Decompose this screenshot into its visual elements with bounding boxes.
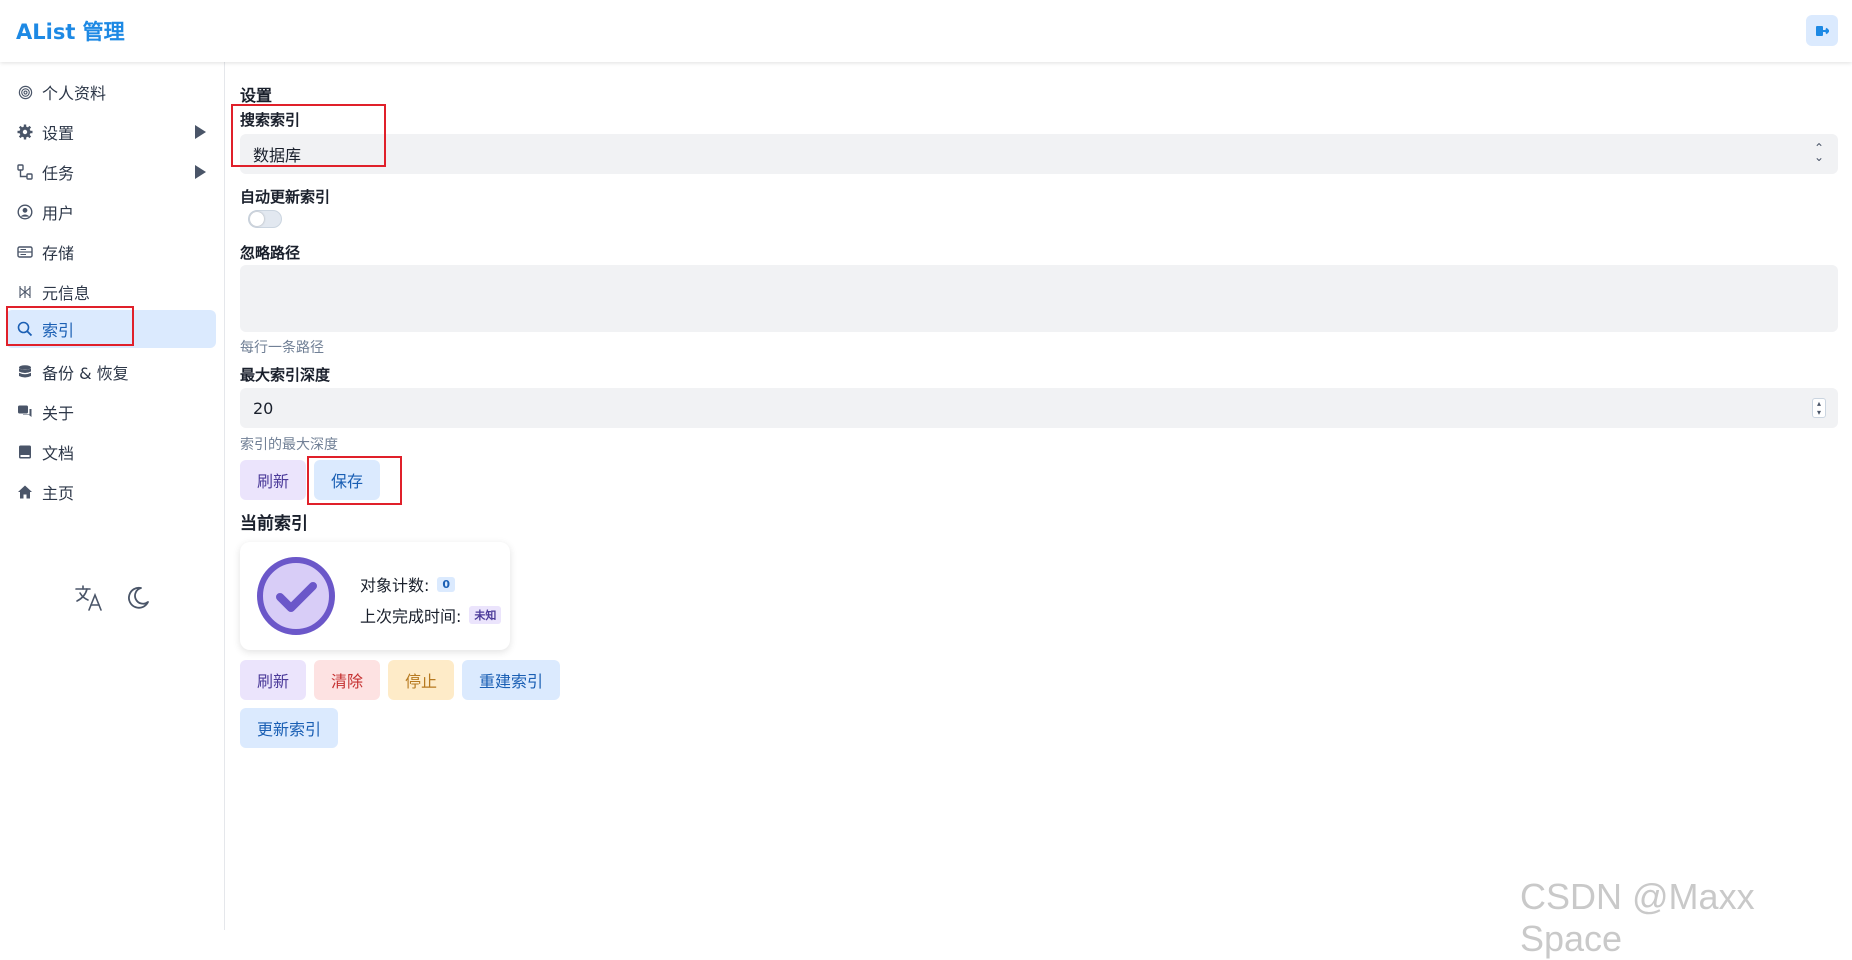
sidebar-item-label: 关于 [42, 404, 75, 423]
sidebar-item-label: 任务 [42, 164, 75, 183]
toggle-knob [250, 212, 264, 226]
sidebar-item-label: 主页 [42, 484, 75, 503]
ignore-paths-textarea[interactable] [240, 265, 1838, 332]
sidebar: 个人资料 设置 任务 用户 存储 元信息 索引 备份 & 恢复 关于 文档 主页 [0, 62, 225, 930]
sidebar-item-index[interactable]: 索引 [6, 310, 216, 348]
sidebar-item-label: 用户 [42, 204, 75, 223]
rebuild-index-button[interactable]: 重建索引 [462, 660, 560, 700]
book-icon [16, 443, 34, 461]
sidebar-item-label: 索引 [42, 321, 75, 340]
sidebar-item-label: 个人资料 [42, 84, 107, 103]
number-spinner-icon[interactable]: ▴ ▾ [1812, 398, 1826, 418]
auto-update-label: 自动更新索引 [240, 188, 331, 206]
max-depth-value: 20 [253, 398, 274, 418]
sidebar-item-tasks[interactable]: 任务 [6, 154, 216, 190]
update-index-button[interactable]: 更新索引 [240, 708, 338, 748]
expand-arrow-icon[interactable] [195, 165, 206, 179]
translate-icon[interactable] [74, 584, 104, 616]
page-title: 设置 [240, 86, 273, 105]
index-status-card: 对象计数: 0 上次完成时间: 未知 [240, 542, 510, 650]
database-icon [16, 363, 34, 381]
sidebar-item-home[interactable]: 主页 [6, 474, 216, 510]
check-circle-icon [257, 557, 335, 635]
chat-icon [16, 403, 34, 421]
sidebar-item-label: 存储 [42, 244, 75, 263]
expand-arrow-icon[interactable] [195, 125, 206, 139]
sidebar-item-storage[interactable]: 存储 [6, 234, 216, 270]
last-done-badge: 未知 [469, 606, 502, 624]
sidebar-item-docs[interactable]: 文档 [6, 434, 216, 470]
sidebar-item-profile[interactable]: 个人资料 [6, 74, 216, 110]
app-title: AList 管理 [16, 20, 125, 44]
meta-icon [16, 283, 34, 301]
ignore-paths-hint: 每行一条路径 [240, 340, 324, 356]
last-done-label: 上次完成时间: [360, 607, 462, 626]
object-count-row: 对象计数: 0 [360, 572, 456, 596]
tasks-icon [16, 163, 34, 181]
last-done-row: 上次完成时间: 未知 [360, 603, 502, 627]
sidebar-item-label: 备份 & 恢复 [42, 364, 129, 383]
ignore-paths-label: 忽略路径 [240, 244, 301, 262]
gear-icon [16, 123, 34, 141]
sidebar-item-backup[interactable]: 备份 & 恢复 [6, 354, 216, 390]
watermark: CSDN @Maxx Space [1520, 876, 1755, 959]
settings-refresh-button[interactable]: 刷新 [240, 460, 306, 500]
sidebar-item-label: 元信息 [42, 284, 91, 303]
current-index-title: 当前索引 [240, 514, 308, 534]
max-depth-input[interactable]: 20 ▴ ▾ [240, 388, 1838, 428]
sidebar-tools [74, 584, 152, 616]
auto-update-toggle[interactable] [248, 210, 282, 228]
sidebar-item-label: 文档 [42, 444, 75, 463]
top-bar: AList 管理 [0, 0, 1852, 62]
sidebar-item-meta[interactable]: 元信息 [6, 274, 216, 310]
object-count-badge: 0 [437, 576, 456, 592]
logout-button[interactable] [1806, 15, 1838, 46]
search-index-select[interactable]: 数据库 ⌃ ⌄ [240, 134, 1838, 174]
sidebar-item-users[interactable]: 用户 [6, 194, 216, 230]
sidebar-item-about[interactable]: 关于 [6, 394, 216, 430]
home-icon [16, 483, 34, 501]
dark-mode-moon-icon[interactable] [124, 584, 152, 616]
select-updown-icon: ⌃ ⌄ [1813, 141, 1824, 164]
save-button[interactable]: 保存 [314, 460, 380, 500]
sidebar-item-settings[interactable]: 设置 [6, 114, 216, 150]
stop-button[interactable]: 停止 [388, 660, 454, 700]
sidebar-item-label: 设置 [42, 124, 75, 143]
search-index-label: 搜索索引 [240, 111, 301, 129]
max-depth-hint: 索引的最大深度 [240, 437, 338, 453]
clear-button[interactable]: 清除 [314, 660, 380, 700]
logout-icon [1816, 25, 1829, 36]
user-circle-icon [16, 203, 34, 221]
search-icon [16, 320, 34, 338]
index-refresh-button[interactable]: 刷新 [240, 660, 306, 700]
max-depth-label: 最大索引深度 [240, 366, 331, 384]
object-count-label: 对象计数: [360, 576, 430, 595]
storage-icon [16, 243, 34, 261]
fingerprint-icon [16, 83, 34, 101]
search-index-value: 数据库 [253, 146, 302, 165]
